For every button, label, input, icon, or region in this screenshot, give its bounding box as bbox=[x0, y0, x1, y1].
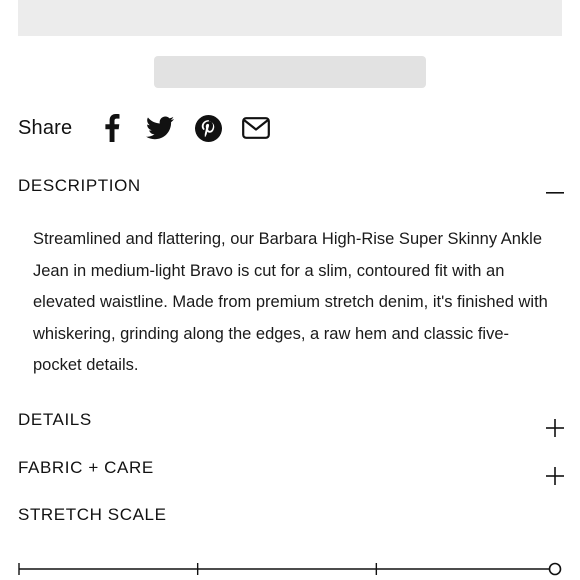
plus-icon[interactable] bbox=[546, 419, 564, 437]
details-section-header[interactable]: DETAILS bbox=[18, 408, 564, 437]
pinterest-icon[interactable] bbox=[193, 113, 223, 143]
share-label: Share bbox=[18, 116, 73, 139]
twitter-icon[interactable] bbox=[145, 113, 175, 143]
fabric-care-title: FABRIC + CARE bbox=[18, 458, 154, 477]
stretch-scale-slider bbox=[18, 562, 562, 576]
stretch-scale-selected-marker bbox=[548, 562, 562, 576]
image-placeholder-bar bbox=[18, 0, 562, 36]
stretch-scale-title: STRETCH SCALE bbox=[18, 505, 167, 524]
loading-button-placeholder bbox=[154, 56, 426, 88]
plus-icon[interactable] bbox=[546, 467, 564, 485]
share-row: Share bbox=[18, 110, 289, 146]
fabric-care-section-header[interactable]: FABRIC + CARE bbox=[18, 456, 564, 485]
description-section-header[interactable]: DESCRIPTION bbox=[18, 174, 564, 198]
details-title: DETAILS bbox=[18, 410, 92, 429]
stretch-scale-section-header: STRETCH SCALE bbox=[18, 503, 564, 527]
minus-icon[interactable] bbox=[546, 184, 564, 202]
description-title: DESCRIPTION bbox=[18, 176, 141, 195]
email-icon[interactable] bbox=[241, 113, 271, 143]
facebook-icon[interactable] bbox=[97, 113, 127, 143]
description-text: Streamlined and flattering, our Barbara … bbox=[33, 230, 548, 375]
